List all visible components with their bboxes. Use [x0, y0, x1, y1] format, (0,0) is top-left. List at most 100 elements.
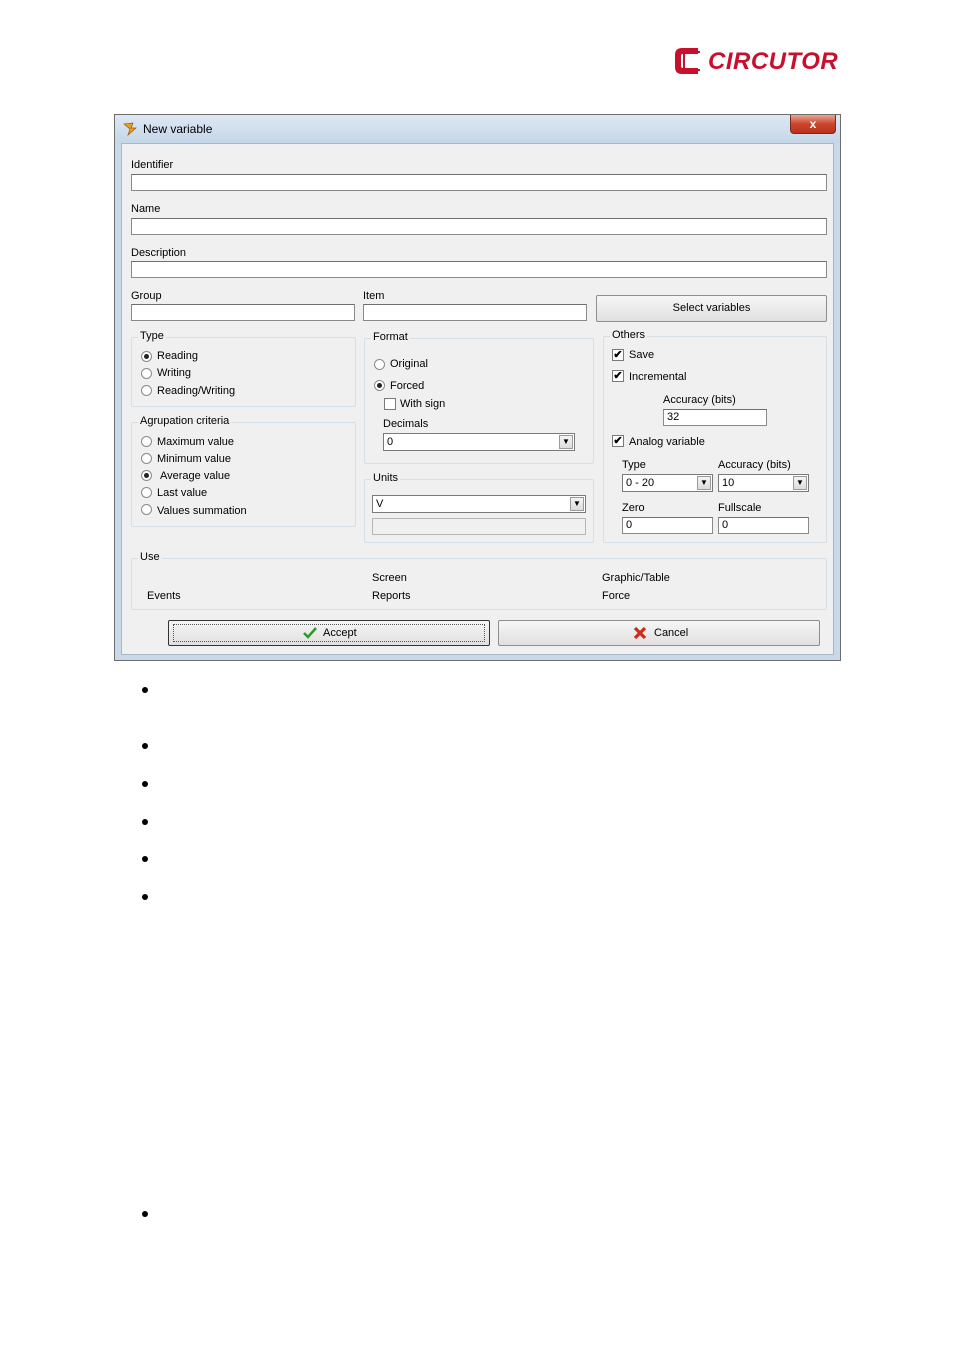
- dialog-body: Identifier Name Description Group Item S…: [121, 143, 834, 655]
- identifier-label: Identifier: [131, 159, 174, 171]
- accuracy-input[interactable]: 32: [663, 409, 767, 426]
- type-group-title: Type: [138, 330, 166, 342]
- circutor-logo: CIRCUTOR: [672, 44, 844, 78]
- logo-text: CIRCUTOR: [708, 48, 839, 75]
- name-label: Name: [131, 203, 161, 215]
- bullet-3: [142, 781, 148, 787]
- close-button[interactable]: x: [790, 115, 836, 134]
- accept-label: Accept: [323, 627, 357, 639]
- bullet-6: [142, 894, 148, 900]
- new-variable-dialog: New variable x Identifier Name Descripti…: [114, 114, 841, 661]
- chevron-down-icon[interactable]: ▼: [559, 435, 573, 449]
- with-sign-label: With sign: [400, 398, 446, 410]
- group-input[interactable]: [131, 304, 355, 321]
- save-label: Save: [629, 349, 655, 361]
- title-bar: New variable x: [115, 115, 840, 143]
- bullet-7: [142, 1211, 148, 1217]
- units-group-title: Units: [371, 472, 401, 484]
- analog-accuracy-value: 10: [722, 477, 735, 489]
- name-input[interactable]: [131, 218, 827, 235]
- analog-variable-label: Analog variable: [629, 436, 705, 448]
- agrupation-maximum-radio[interactable]: [141, 436, 152, 447]
- group-label: Group: [131, 290, 162, 302]
- type-reading-radio[interactable]: [141, 351, 152, 362]
- use-group: Use Screen Graphic/Table Events Reports …: [131, 551, 827, 610]
- agrupation-summation-label: Values summation: [157, 505, 247, 517]
- use-force: Force: [602, 590, 631, 602]
- analog-variable-checkbox[interactable]: ✔: [612, 435, 624, 447]
- save-checkbox[interactable]: ✔: [612, 349, 624, 361]
- analog-type-value: 0 - 20: [626, 477, 655, 489]
- decimals-label: Decimals: [383, 418, 429, 430]
- item-input[interactable]: [363, 304, 587, 321]
- others-group: Others ✔ Save ✔ Incremental Accuracy (bi…: [603, 329, 827, 543]
- chevron-down-icon[interactable]: ▼: [570, 497, 584, 511]
- select-variables-button[interactable]: Select variables: [596, 295, 827, 322]
- use-group-title: Use: [138, 551, 162, 563]
- format-original-radio[interactable]: [374, 359, 385, 370]
- use-events: Events: [147, 590, 181, 602]
- green-check-icon: [303, 627, 317, 639]
- units-select[interactable]: V ▼: [372, 495, 586, 513]
- units-extra-field: [372, 518, 586, 535]
- agrupation-average-label: Average value: [160, 470, 231, 482]
- fullscale-label: Fullscale: [718, 502, 762, 514]
- agrupation-group-title: Agrupation criteria: [138, 415, 232, 427]
- decimals-value: 0: [387, 436, 394, 448]
- description-label: Description: [131, 247, 187, 259]
- cancel-label: Cancel: [654, 627, 689, 639]
- analog-accuracy-label: Accuracy (bits): [718, 459, 791, 471]
- zero-input[interactable]: 0: [622, 517, 713, 534]
- format-group: Format Original Forced With sign Decimal…: [364, 331, 594, 464]
- analog-type-select[interactable]: 0 - 20 ▼: [622, 474, 713, 492]
- agrupation-last-label: Last value: [157, 487, 208, 499]
- incremental-label: Incremental: [629, 371, 687, 383]
- description-input[interactable]: [131, 261, 827, 278]
- type-reading-label: Reading: [157, 350, 198, 362]
- circutor-logo-icon: [675, 48, 700, 74]
- type-reading-writing-label: Reading/Writing: [157, 385, 236, 397]
- chevron-down-icon[interactable]: ▼: [793, 476, 807, 490]
- type-reading-writing-radio[interactable]: [141, 385, 152, 396]
- window-title: New variable: [143, 122, 213, 136]
- bullet-1: [142, 687, 148, 693]
- identifier-input[interactable]: [131, 174, 827, 191]
- agrupation-minimum-label: Minimum value: [157, 453, 231, 465]
- accuracy-label: Accuracy (bits): [663, 394, 736, 406]
- agrupation-maximum-label: Maximum value: [157, 436, 235, 448]
- format-forced-radio[interactable]: [374, 380, 385, 391]
- agrupation-minimum-radio[interactable]: [141, 453, 152, 464]
- use-graphic-table: Graphic/Table: [602, 572, 670, 584]
- use-screen: Screen: [372, 572, 407, 584]
- use-reports: Reports: [372, 590, 411, 602]
- units-value: V: [376, 498, 384, 510]
- analog-type-label: Type: [622, 459, 646, 471]
- analog-accuracy-select[interactable]: 10 ▼: [718, 474, 809, 492]
- chevron-down-icon[interactable]: ▼: [697, 476, 711, 490]
- bullet-5: [142, 856, 148, 862]
- agrupation-summation-radio[interactable]: [141, 504, 152, 515]
- format-group-title: Format: [371, 331, 410, 343]
- agrupation-average-radio[interactable]: [141, 470, 152, 481]
- agrupation-criteria-group: Agrupation criteria Maximum value Minimu…: [131, 415, 356, 527]
- cancel-button[interactable]: Cancel: [498, 620, 820, 646]
- type-writing-label: Writing: [157, 367, 192, 379]
- bullet-2: [142, 743, 148, 749]
- zero-label: Zero: [622, 502, 645, 514]
- format-forced-label: Forced: [390, 380, 425, 392]
- fullscale-input[interactable]: 0: [718, 517, 809, 534]
- red-x-icon: [633, 626, 647, 640]
- units-group: Units V ▼: [364, 472, 594, 543]
- decimals-select[interactable]: 0 ▼: [383, 433, 575, 451]
- incremental-checkbox[interactable]: ✔: [612, 370, 624, 382]
- bullet-4: [142, 819, 148, 825]
- type-group: Type Reading Writing Reading/Writing: [131, 330, 356, 407]
- app-icon: [123, 122, 137, 136]
- others-group-title: Others: [610, 329, 648, 341]
- item-label: Item: [363, 290, 385, 302]
- accept-button[interactable]: Accept: [168, 620, 490, 646]
- agrupation-last-radio[interactable]: [141, 487, 152, 498]
- format-original-label: Original: [390, 358, 428, 370]
- with-sign-checkbox[interactable]: [384, 398, 396, 410]
- type-writing-radio[interactable]: [141, 368, 152, 379]
